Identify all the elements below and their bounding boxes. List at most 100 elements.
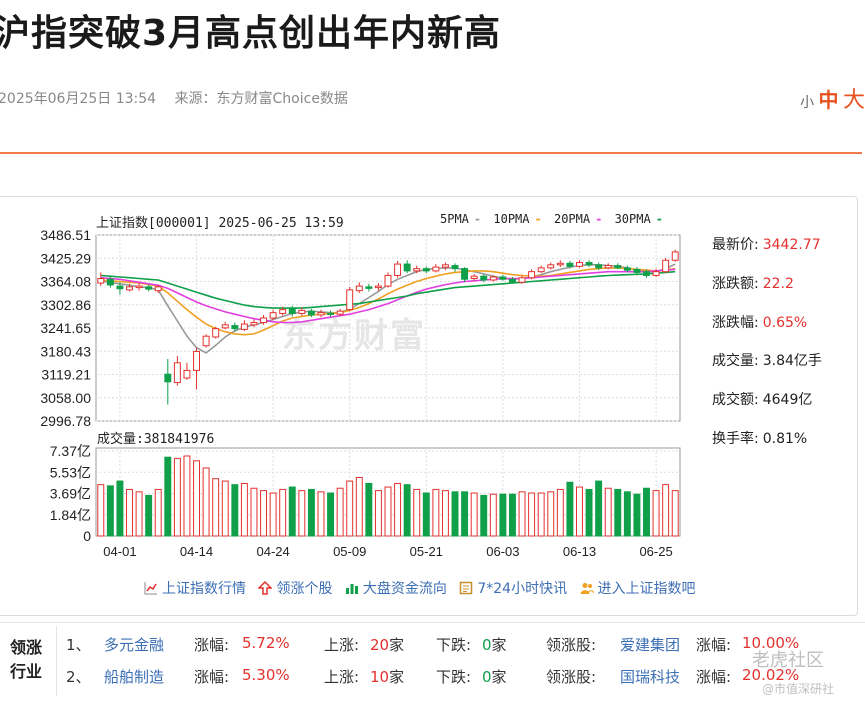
price-tick-label: 3302.86 [40, 297, 91, 313]
candle-body [336, 310, 344, 315]
date-tick-label: 06-03 [486, 544, 519, 559]
quote-change: 涨跌额: 22.2 [712, 276, 794, 292]
link-capital-flow[interactable]: 大盘资金流向 [345, 578, 447, 598]
sector-name-link[interactable]: 船舶制造 [104, 666, 164, 687]
volume-bar [556, 488, 564, 537]
volume-bar [403, 484, 411, 537]
volume-bar [154, 488, 162, 537]
link-news-flash[interactable]: 7*24小时快讯 [459, 578, 567, 598]
candle-body [164, 373, 172, 383]
volume-bar [365, 482, 373, 537]
candle-body [202, 335, 210, 347]
candle-body [671, 251, 679, 261]
volume-bar [336, 487, 344, 537]
down-count: 0家 [482, 668, 507, 686]
volume-bar [643, 487, 650, 537]
up-count: 20家 [370, 636, 405, 654]
volume-bar [116, 480, 124, 537]
volume-bar [595, 480, 603, 537]
candle-body [183, 369, 191, 379]
link-index-forum[interactable]: 进入上证指数吧 [580, 578, 696, 598]
volume-bar [317, 491, 325, 537]
volume-bar [269, 492, 277, 537]
candle-body [374, 285, 382, 289]
candle-body [394, 263, 402, 276]
candle-body [260, 317, 268, 324]
volume-bar [173, 457, 181, 537]
volume-bar [279, 488, 287, 537]
volume-bar [576, 486, 583, 537]
candle-body [643, 271, 650, 276]
candle-body [499, 276, 507, 280]
volume-bar [671, 490, 679, 537]
candle-body [556, 262, 564, 266]
candle-body [518, 277, 526, 283]
sector-label: 领涨行业 [10, 638, 43, 681]
candle-body [145, 286, 153, 290]
volume-bar [547, 491, 555, 537]
link-index-quote[interactable]: 上证指数行情 [144, 578, 246, 598]
candle-body [566, 262, 574, 267]
candle-body [604, 265, 612, 269]
volume-tick-label: 1.84亿 [50, 507, 91, 523]
volume-bar [240, 482, 248, 537]
quote-amount: 成交额: 4649亿 [712, 392, 813, 408]
volume-bar [652, 490, 660, 537]
volume-bar [231, 484, 239, 537]
price-tick-label: 3119.21 [41, 367, 91, 383]
volume-bar [662, 484, 670, 537]
candle-body [585, 262, 593, 266]
candle-body [662, 259, 670, 273]
volume-bar [633, 493, 641, 537]
line-chart-icon [144, 582, 157, 595]
quote-pct: 涨跌幅: 0.65% [712, 315, 808, 331]
volume-bar [298, 490, 306, 537]
date-tick-label: 06-25 [639, 544, 672, 559]
volume-bar [260, 490, 268, 537]
volume-bar [451, 491, 459, 537]
volume-bar [135, 491, 143, 537]
candle-body [126, 286, 133, 291]
candle-body [403, 263, 411, 272]
candle-body [432, 266, 440, 272]
up-arrow-icon [258, 581, 273, 595]
candle-body [269, 312, 277, 319]
up-count: 10家 [370, 668, 405, 686]
volume-bar [327, 492, 335, 537]
quote-volume: 成交量: 3.84亿手 [712, 353, 822, 369]
candle-body [576, 262, 583, 267]
volume-bar [537, 492, 545, 537]
candle-body [317, 312, 325, 316]
date-tick-label: 04-24 [256, 544, 289, 559]
candle-body [97, 277, 105, 284]
candle-body [173, 362, 181, 384]
volume-bar [164, 456, 172, 537]
quote-latest: 最新价: 3442.77 [712, 237, 821, 253]
volume-bar [432, 488, 440, 537]
date-tick-label: 05-09 [333, 544, 366, 559]
price-tick-label: 3486.51 [40, 227, 91, 243]
link-top-stocks[interactable]: 领涨个股 [258, 578, 332, 598]
watermark-sub: @市值深研社 [762, 682, 835, 696]
quote-turnover: 换手率: 0.81% [712, 431, 808, 447]
candle-body [250, 322, 258, 326]
price-tick-label: 2996.78 [40, 413, 91, 429]
candle-body [470, 275, 478, 279]
candle-body [212, 328, 220, 338]
candle-body [355, 285, 363, 292]
leader-stock-link[interactable]: 爱建集团 [620, 634, 680, 655]
candle-body [307, 310, 315, 316]
volume-bar [394, 482, 402, 537]
volume-bar [106, 485, 114, 537]
date-tick-label: 04-14 [180, 544, 213, 559]
sector-divider [56, 626, 57, 696]
volume-bar [422, 492, 430, 537]
leader-stock-link[interactable]: 国瑞科技 [620, 666, 680, 687]
volume-bar [202, 467, 210, 537]
volume-tick-label: 5.53亿 [50, 464, 91, 480]
candle-body [154, 286, 162, 292]
sector-name-link[interactable]: 多元金融 [104, 634, 164, 655]
volume-tick-label: 3.69亿 [50, 486, 91, 502]
candle-body [221, 324, 229, 329]
volume-bar [614, 488, 622, 537]
